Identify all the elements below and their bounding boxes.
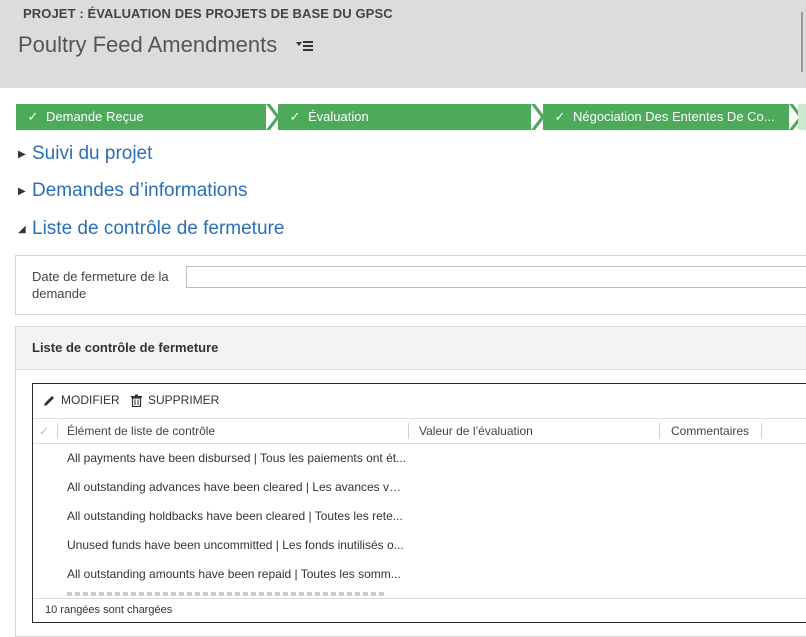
stage-evaluation[interactable]: ✓ Évaluation: [278, 104, 531, 130]
records-loaded-status: 10 rangées sont chargées: [45, 604, 173, 616]
header-scrollbar[interactable]: [801, 12, 803, 72]
column-separator: [408, 423, 409, 439]
record-header: PROJET : ÉVALUATION DES PROJETS DE BASE …: [0, 0, 806, 88]
clipped-row-text: [67, 592, 387, 596]
checklist-panel-header: Liste de contrôle de fermeture: [16, 327, 806, 370]
section-liste-controle-fermeture[interactable]: ◢ Liste de contrôle de fermeture: [18, 218, 284, 240]
column-separator: [761, 423, 762, 439]
stage-label: Évaluation: [308, 109, 369, 124]
check-icon: ✓: [289, 109, 301, 124]
check-icon: ✓: [554, 109, 566, 124]
column-header-item[interactable]: Élément de liste de contrôle: [67, 419, 215, 443]
footer-divider: [33, 598, 806, 599]
edit-label: MODIFIER: [61, 393, 120, 407]
check-icon: ✓: [27, 109, 39, 124]
checklist-panel-title: Liste de contrôle de fermeture: [32, 340, 219, 355]
column-header-comments[interactable]: Commentaires: [671, 419, 749, 443]
expand-triangle-icon: ▶: [18, 185, 26, 197]
table-row[interactable]: All outstanding advances have been clear…: [33, 473, 806, 502]
checklist-item-cell: All payments have been disbursed | Tous …: [67, 451, 407, 465]
stage-label: Négociation Des Ententes De Co...: [573, 109, 775, 124]
column-headers: ✓ Élément de liste de contrôle Valeur de…: [33, 418, 806, 444]
date-fermeture-panel: Date de fermeture de la demande: [15, 255, 806, 315]
table-row[interactable]: All payments have been disbursed | Tous …: [33, 444, 806, 473]
delete-button[interactable]: SUPPRIMER: [130, 393, 219, 407]
checklist-item-cell: All outstanding amounts have been repaid…: [67, 567, 401, 581]
command-bar: MODIFIER SUPPRIMER: [33, 384, 806, 416]
section-demandes-informations[interactable]: ▶ Demandes d’informations: [18, 180, 247, 202]
date-fermeture-input[interactable]: [186, 266, 806, 288]
pencil-icon: [44, 395, 54, 406]
table-row-partial[interactable]: [67, 590, 387, 596]
delete-label: SUPPRIMER: [148, 393, 220, 407]
checklist-item-cell: All outstanding advances have been clear…: [67, 480, 407, 494]
checklist-item-cell: Unused funds have been uncommitted | Les…: [67, 538, 404, 552]
checklist-panel: Liste de contrôle de fermeture MODIFIER: [15, 326, 806, 637]
column-separator: [659, 423, 660, 439]
table-row[interactable]: All outstanding amounts have been repaid…: [33, 560, 806, 589]
section-title: Suivi du projet: [32, 143, 153, 164]
collapse-triangle-icon: ◢: [18, 223, 26, 235]
date-fermeture-label: Date de fermeture de la demande: [32, 269, 169, 301]
section-suivi-du-projet[interactable]: ▶ Suivi du projet: [18, 143, 152, 165]
stage-next-partial[interactable]: [798, 104, 806, 130]
stage-demande-recue[interactable]: ✓ Demande Reçue: [16, 104, 266, 130]
table-row[interactable]: All outstanding holdbacks have been clea…: [33, 502, 806, 531]
section-title: Demandes d’informations: [32, 180, 248, 201]
list-menu-icon[interactable]: [296, 38, 314, 54]
process-bar: ✓ Demande Reçue ✓ Évaluation ✓ Négociation …: [16, 104, 806, 130]
project-label: PROJET : ÉVALUATION DES PROJETS DE BASE …: [23, 6, 393, 21]
table-row[interactable]: Unused funds have been uncommitted | Les…: [33, 531, 806, 560]
checklist-subgrid: MODIFIER SUPPRIMER ✓ Élément de liste de…: [32, 383, 806, 623]
expand-triangle-icon: ▶: [18, 148, 26, 160]
trash-icon: [131, 394, 142, 407]
column-separator: [57, 423, 58, 439]
edit-button[interactable]: MODIFIER: [43, 393, 120, 407]
column-header-value[interactable]: Valeur de l’évaluation: [419, 419, 533, 443]
record-title: Poultry Feed Amendments: [18, 32, 278, 57]
stage-label: Demande Reçue: [46, 109, 144, 124]
select-all-check-icon[interactable]: ✓: [39, 419, 53, 443]
stage-negociation[interactable]: ✓ Négociation Des Ententes De Co...: [543, 104, 789, 130]
section-title: Liste de contrôle de fermeture: [32, 218, 285, 239]
checklist-item-cell: All outstanding holdbacks have been clea…: [67, 509, 403, 523]
